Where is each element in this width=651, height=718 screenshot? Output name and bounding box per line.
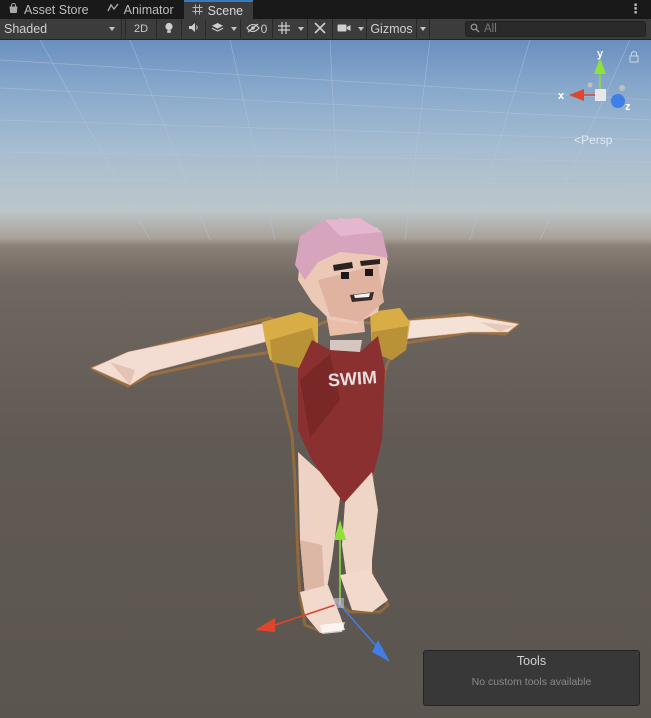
layers-icon (211, 22, 224, 36)
gizmo-x-label: x (558, 90, 565, 102)
eye-hidden-icon (245, 23, 260, 36)
effects-toggle-button[interactable] (206, 19, 228, 40)
camera-dropdown-button[interactable] (355, 18, 367, 40)
tab-scene[interactable]: Scene (183, 0, 254, 19)
tools-title: Tools (516, 654, 547, 668)
shading-mode-label: Shaded (4, 22, 48, 36)
tab-asset-store[interactable]: Asset Store (0, 0, 99, 19)
x-axis-handle[interactable] (255, 618, 275, 632)
gizmos-label: Gizmos (370, 22, 413, 36)
orientation-gizmo[interactable]: y x z (558, 48, 639, 113)
tools-cross-icon (314, 21, 326, 37)
gizmo-y-label: y (597, 48, 604, 60)
gizmos-button[interactable]: Gizmos (367, 18, 417, 40)
shopping-bag-icon (8, 2, 19, 17)
search-icon (470, 22, 480, 36)
grid-dropdown-button[interactable] (295, 18, 308, 40)
scene-toolbar: Shaded 2D 0 Gizmos All (0, 18, 651, 40)
tab-bar: Asset Store Animator Scene ⋮ (0, 0, 651, 19)
camera-icon (337, 23, 351, 36)
tab-label: Scene (207, 3, 244, 18)
chevron-down-icon (298, 27, 304, 31)
hidden-count: 0 (260, 22, 268, 36)
more-options-icon[interactable]: ⋮ (629, 1, 642, 17)
tools-overlay[interactable]: Tools No custom tools available (423, 650, 640, 706)
chevron-down-icon (420, 27, 426, 31)
audio-toggle-button[interactable] (182, 18, 206, 40)
chevron-down-icon (109, 27, 115, 31)
projection-label: Persp (581, 133, 613, 147)
animator-icon (106, 3, 119, 16)
chevron-left-icon: < (574, 133, 582, 147)
shirt-text: SWIM (327, 367, 377, 390)
toggle-2d-label: 2D (133, 23, 149, 35)
tab-animator[interactable]: Animator (99, 0, 184, 19)
speaker-icon (188, 22, 200, 36)
lightbulb-icon (164, 22, 174, 37)
tab-label: Animator (123, 2, 174, 17)
scene-search[interactable] (465, 21, 646, 37)
scene-viewport[interactable]: SWIM y x z <Persp Tools No custom tools … (0, 40, 651, 718)
projection-toggle[interactable]: <Persp (574, 133, 612, 147)
shading-mode-dropdown[interactable]: Shaded (0, 18, 122, 40)
grid-toggle-button[interactable] (273, 19, 295, 40)
chevron-down-icon (231, 27, 237, 31)
chevron-down-icon (357, 27, 364, 31)
character-model[interactable]: SWIM (90, 218, 520, 634)
component-tools-button[interactable] (308, 18, 333, 40)
lighting-toggle-button[interactable] (157, 18, 182, 40)
gizmos-dropdown-button[interactable] (417, 18, 430, 40)
toggle-2d-button[interactable]: 2D (126, 18, 157, 40)
tools-message: No custom tools available (471, 676, 592, 688)
scene-render: SWIM y x z (0, 40, 651, 662)
search-input[interactable] (484, 23, 634, 35)
effects-dropdown-button[interactable] (228, 18, 241, 40)
lock-icon[interactable] (629, 51, 639, 63)
grid-icon (278, 21, 290, 37)
gizmo-z-label: z (625, 101, 631, 113)
hidden-objects-button[interactable]: 0 (241, 18, 273, 40)
scene-grid-icon (192, 4, 203, 18)
sky-grid (0, 40, 651, 241)
tab-label: Asset Store (24, 2, 89, 17)
camera-settings-button[interactable] (333, 19, 355, 40)
